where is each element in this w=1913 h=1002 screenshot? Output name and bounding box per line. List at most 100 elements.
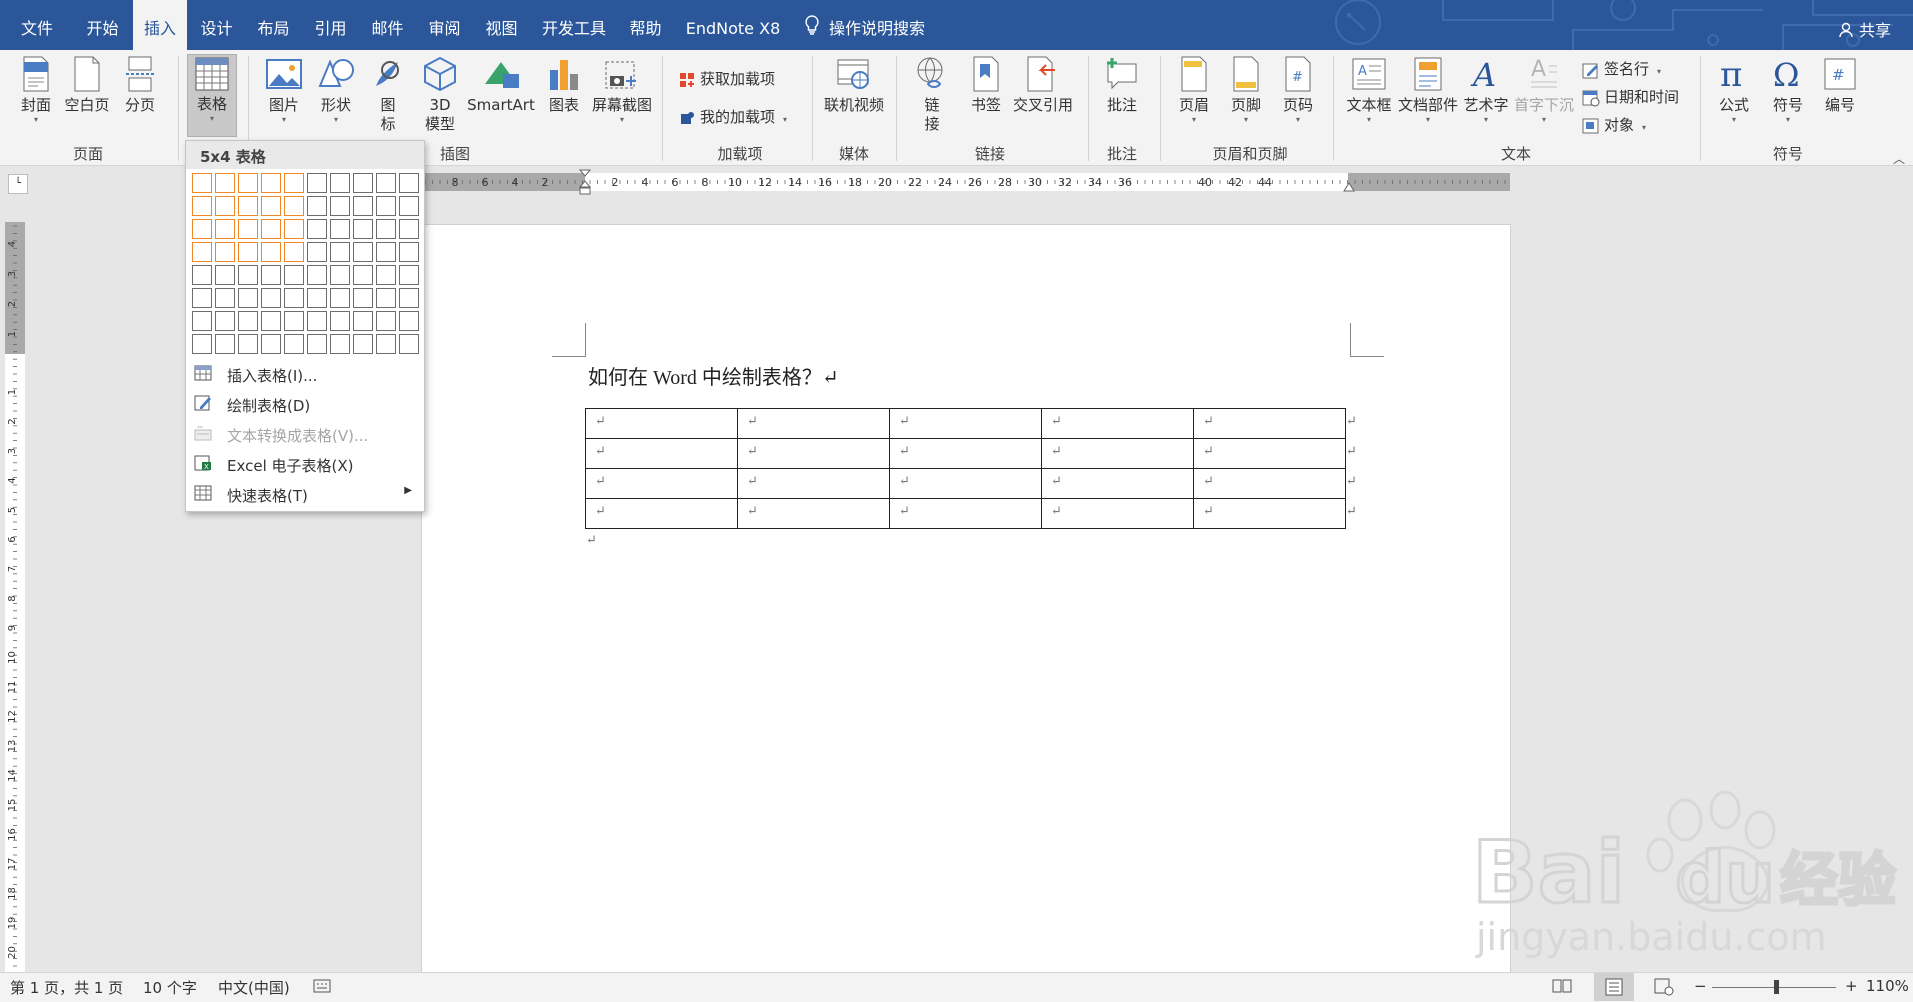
tab-review[interactable]: 审阅 [422, 0, 467, 50]
my-addins-button[interactable]: 我的加载项 ▾ [678, 106, 787, 127]
tab-selector-button[interactable]: └ [8, 174, 28, 194]
table-cell[interactable]: ↵ [889, 438, 1042, 469]
grid-cell[interactable] [353, 242, 373, 262]
tab-layout[interactable]: 布局 [251, 0, 296, 50]
table-cell[interactable]: ↵ [1193, 498, 1346, 529]
macro-record-icon[interactable] [313, 979, 331, 999]
grid-cell[interactable] [307, 196, 327, 216]
tab-file[interactable]: 文件 [12, 0, 62, 50]
grid-cell[interactable] [238, 334, 258, 354]
table-cell[interactable]: ↵ [1193, 408, 1346, 439]
grid-cell[interactable] [399, 288, 419, 308]
web-layout-icon[interactable] [1654, 978, 1674, 1000]
grid-cell[interactable] [192, 311, 212, 331]
grid-cell[interactable] [192, 196, 212, 216]
grid-cell[interactable] [399, 196, 419, 216]
header-button[interactable]: 页眉 ▾ [1172, 56, 1216, 125]
tab-view[interactable]: 视图 [479, 0, 524, 50]
3d-model-button[interactable]: 3D 模型 [418, 56, 462, 134]
shapes-button[interactable]: 形状 ▾ [314, 56, 358, 125]
grid-cell[interactable] [376, 288, 396, 308]
grid-cell[interactable] [399, 265, 419, 285]
grid-cell[interactable] [353, 265, 373, 285]
grid-cell[interactable] [376, 242, 396, 262]
menu-item-insert-table[interactable]: 插入表格(I)... [186, 361, 424, 389]
grid-cell[interactable] [307, 242, 327, 262]
grid-cell[interactable] [330, 288, 350, 308]
word-count-status[interactable]: 10 个字 [143, 977, 197, 998]
grid-cell[interactable] [238, 219, 258, 239]
grid-cell[interactable] [261, 265, 281, 285]
grid-cell[interactable] [261, 173, 281, 193]
grid-cell[interactable] [238, 242, 258, 262]
grid-cell[interactable] [399, 173, 419, 193]
grid-cell[interactable] [307, 219, 327, 239]
grid-cell[interactable] [215, 173, 235, 193]
grid-cell[interactable] [215, 265, 235, 285]
grid-cell[interactable] [330, 311, 350, 331]
tab-home[interactable]: 开始 [80, 0, 125, 50]
date-time-button[interactable]: 日期和时间 [1582, 86, 1679, 107]
grid-cell[interactable] [399, 242, 419, 262]
grid-cell[interactable] [307, 173, 327, 193]
table-cell[interactable]: ↵ [737, 468, 890, 499]
table-cell[interactable]: ↵ [889, 498, 1042, 529]
grid-cell[interactable] [330, 242, 350, 262]
grid-cell[interactable] [238, 173, 258, 193]
grid-cell[interactable] [307, 311, 327, 331]
footer-button[interactable]: 页脚 ▾ [1224, 56, 1268, 125]
grid-cell[interactable] [330, 219, 350, 239]
grid-cell[interactable] [192, 288, 212, 308]
object-button[interactable]: 对象 ▾ [1582, 114, 1646, 135]
indent-marker-icon[interactable] [579, 169, 591, 195]
drop-cap-button[interactable]: A 首字下沉 ▾ [1512, 56, 1576, 125]
icons-button[interactable]: 图标 [368, 56, 408, 134]
read-mode-icon[interactable] [1552, 978, 1572, 998]
textbox-button[interactable]: A 文本框 ▾ [1344, 56, 1394, 125]
equation-button[interactable]: π 公式 ▾ [1712, 56, 1756, 125]
grid-cell[interactable] [353, 219, 373, 239]
grid-cell[interactable] [238, 265, 258, 285]
grid-cell[interactable] [284, 311, 304, 331]
page-count-status[interactable]: 第 1 页，共 1 页 [10, 977, 123, 998]
tell-me-search[interactable]: 操作说明搜索 [805, 0, 925, 50]
table-cell[interactable]: ↵ [1193, 468, 1346, 499]
grid-cell[interactable] [330, 334, 350, 354]
grid-cell[interactable] [261, 242, 281, 262]
table-cell[interactable]: ↵ [1041, 468, 1194, 499]
zoom-level[interactable]: 110% [1866, 977, 1909, 995]
grid-cell[interactable] [284, 288, 304, 308]
cross-reference-button[interactable]: 交叉引用 [1012, 56, 1074, 115]
grid-cell[interactable] [261, 288, 281, 308]
grid-cell[interactable] [284, 265, 304, 285]
table-cell[interactable]: ↵ [1041, 438, 1194, 469]
chart-button[interactable]: 图表 [544, 56, 584, 115]
link-button[interactable]: 链接 [910, 56, 954, 134]
grid-cell[interactable] [284, 173, 304, 193]
bookmark-button[interactable]: 书签 [964, 56, 1008, 115]
tab-design[interactable]: 设计 [194, 0, 239, 50]
grid-cell[interactable] [353, 311, 373, 331]
tab-help[interactable]: 帮助 [623, 0, 668, 50]
get-addins-button[interactable]: 获取加载项 [678, 68, 775, 89]
grid-cell[interactable] [215, 242, 235, 262]
document-page[interactable]: 如何在 Word 中绘制表格？↵ ↵ ↵ ↵ ↵ ↵ ↵ ↵ ↵ ↵ ↵ ↵ ↵ ↵ ↵ ↵ ↵ ↵ ↵ ↵ ↵ ↵ … [421, 224, 1511, 982]
table-cell[interactable]: ↵ [1041, 498, 1194, 529]
grid-cell[interactable] [399, 219, 419, 239]
online-video-button[interactable]: 联机视频 [822, 56, 886, 115]
table-cell[interactable]: ↵ [1193, 438, 1346, 469]
grid-cell[interactable] [376, 219, 396, 239]
grid-cell[interactable] [215, 288, 235, 308]
grid-cell[interactable] [353, 196, 373, 216]
table-cell[interactable]: ↵ [737, 438, 890, 469]
grid-cell[interactable] [192, 265, 212, 285]
page-number-button[interactable]: # 页码 ▾ [1276, 56, 1320, 125]
grid-cell[interactable] [376, 311, 396, 331]
tab-references[interactable]: 引用 [308, 0, 353, 50]
grid-cell[interactable] [215, 219, 235, 239]
horizontal-ruler[interactable]: 8 6 4 2 2 4 6 8 10 12 14 16 18 20 22 24 26 28 30 32 34 36 40 42… [420, 169, 1510, 195]
grid-cell[interactable] [399, 334, 419, 354]
quick-parts-button[interactable]: 文档部件 ▾ [1396, 56, 1460, 125]
grid-cell[interactable] [353, 173, 373, 193]
table-cell[interactable]: ↵ [737, 408, 890, 439]
